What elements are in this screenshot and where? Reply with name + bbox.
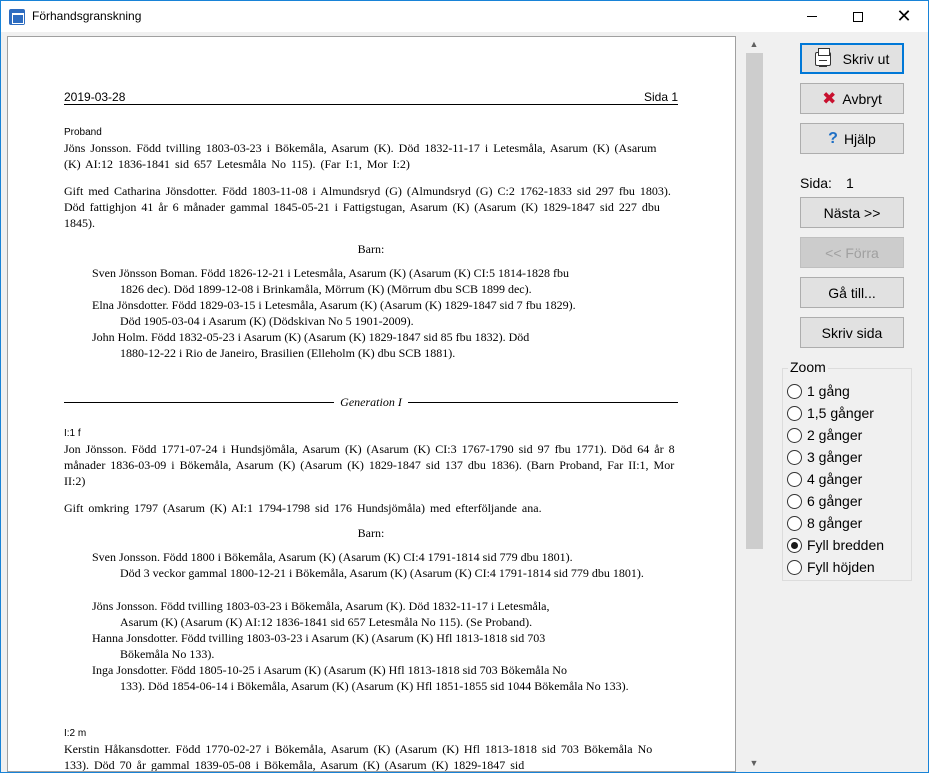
goto-page-button[interactable]: Gå till...: [800, 277, 904, 308]
print-button[interactable]: Skriv ut: [800, 43, 904, 74]
previous-page-button[interactable]: << Förra: [800, 237, 904, 268]
minimize-icon: [807, 16, 817, 17]
window-title: Förhandsgranskning: [32, 9, 142, 23]
child-entry: Jöns Jonsson. Född tvilling 1803-03-23 i…: [64, 598, 678, 630]
page-header: 2019-03-28 Sida 1: [64, 89, 678, 105]
prev-button-label: << Förra: [825, 244, 879, 261]
zoom-option-6x[interactable]: 6 gånger: [787, 491, 862, 511]
child-line-cont: Död 1905-03-04 i Asarum (K) (Dödskivan N…: [120, 314, 414, 328]
zoom-option-1x[interactable]: 1 gång: [787, 381, 850, 401]
zoom-option-4x[interactable]: 4 gånger: [787, 469, 862, 489]
child-line: Hanna Jonsdotter. Född tvilling 1803-03-…: [92, 631, 546, 645]
person-label: I:2 m: [64, 728, 87, 739]
help-button[interactable]: ? Hjälp: [800, 123, 904, 154]
person-marriage-text: Gift omkring 1797 (Asarum (K) AI:1 1794-…: [64, 501, 542, 515]
zoom-option-label: 2 gånger: [807, 427, 863, 443]
child-line: John Holm. Född 1832-05-23 i Asarum (K) …: [92, 330, 530, 344]
scroll-thumb[interactable]: [746, 53, 763, 549]
radio-icon[interactable]: [787, 515, 802, 531]
page-number: Sida 1: [643, 90, 678, 104]
zoom-option-8x[interactable]: 8 gånger: [787, 513, 862, 533]
child-entry: Inga Jonsdotter. Född 1805-10-25 i Asaru…: [64, 662, 678, 694]
zoom-option-fit-width[interactable]: Fyll bredden: [787, 535, 884, 555]
radio-icon[interactable]: [787, 471, 802, 487]
print-button-label: Skriv ut: [842, 50, 890, 67]
zoom-option-2x[interactable]: 2 gånger: [787, 425, 862, 445]
child-line-cont: Bökemåla No 133).: [120, 647, 215, 661]
person-text: Jon Jönsson. Född 1771-07-24 i Hundsjömå…: [64, 442, 675, 488]
next-page-button[interactable]: Nästa >>: [800, 197, 904, 228]
print-page-button-label: Skriv sida: [821, 324, 883, 341]
generation-label: Generation I: [334, 395, 408, 409]
goto-button-label: Gå till...: [828, 284, 876, 301]
cancel-button-label: Avbryt: [842, 90, 882, 107]
radio-icon[interactable]: [787, 449, 802, 465]
page-value: 1: [846, 175, 854, 191]
help-button-label: Hjälp: [843, 130, 876, 147]
radio-icon[interactable]: [787, 383, 802, 399]
zoom-option-label: Fyll bredden: [807, 537, 885, 553]
child-line-cont: 133). Död 1854-06-14 i Bökemåla, Asarum …: [120, 679, 629, 693]
app-icon: [9, 9, 25, 25]
zoom-option-label: 1 gång: [807, 383, 850, 399]
zoom-option-3x[interactable]: 3 gånger: [787, 447, 862, 467]
scroll-down-icon[interactable]: ▼: [744, 755, 764, 772]
maximize-icon: [853, 11, 863, 22]
proband-label: Proband: [64, 127, 102, 138]
generation-divider: Generation I: [64, 394, 678, 410]
zoom-option-fit-height[interactable]: Fyll höjden: [787, 557, 875, 577]
proband-marriage-text: Gift med Catharina Jönsdotter. Född 1803…: [64, 184, 671, 230]
child-line: Sven Jonsson. Född 1800 i Bökemåla, Asar…: [92, 550, 573, 564]
preview-window: Förhandsgranskning ✕ 2019-03-28 Sida 1 P…: [0, 0, 929, 773]
radio-checked-icon[interactable]: [787, 537, 802, 553]
proband-text: Jöns Jonsson. Född tvilling 1803-03-23 i…: [64, 141, 657, 171]
close-icon: ✕: [896, 5, 912, 27]
child-line: Elna Jönsdotter. Född 1829-03-15 i Letes…: [92, 298, 576, 312]
page-date: 2019-03-28: [64, 90, 126, 104]
child-line: Sven Jönsson Boman. Född 1826-12-21 i Le…: [92, 266, 569, 280]
zoom-option-label: Fyll höjden: [807, 559, 875, 575]
printer-icon: [814, 47, 831, 67]
child-entry: Hanna Jonsdotter. Född tvilling 1803-03-…: [64, 630, 678, 662]
zoom-option-label: 3 gånger: [807, 449, 863, 465]
zoom-option-label: 6 gånger: [807, 493, 863, 509]
page-label: Sida:: [800, 175, 832, 191]
radio-icon[interactable]: [787, 559, 802, 575]
next-button-label: Nästa >>: [823, 204, 881, 221]
zoom-legend: Zoom: [788, 359, 828, 375]
scroll-up-icon[interactable]: ▲: [744, 36, 764, 53]
person-text: Kerstin Håkansdotter. Född 1770-02-27 i …: [64, 742, 653, 772]
help-icon: ?: [828, 129, 838, 147]
children-heading: Barn:: [357, 242, 385, 256]
child-line-cont: 1826 dec). Död 1899-12-08 i Brinkamåla, …: [120, 282, 532, 296]
minimize-button[interactable]: [789, 1, 835, 32]
vertical-scrollbar[interactable]: ▲ ▼: [744, 36, 764, 772]
person-label: I:1 f: [64, 428, 81, 439]
radio-icon[interactable]: [787, 427, 802, 443]
zoom-option-1-5x[interactable]: 1,5 gånger: [787, 403, 874, 423]
cancel-button[interactable]: ✖ Avbryt: [800, 83, 904, 114]
close-button[interactable]: ✕: [881, 1, 927, 32]
radio-icon[interactable]: [787, 405, 802, 421]
child-entry: Elna Jönsdotter. Född 1829-03-15 i Letes…: [64, 297, 678, 329]
child-line-cont: 1880-12-22 i Rio de Janeiro, Brasilien (…: [120, 346, 456, 360]
child-line: Inga Jonsdotter. Född 1805-10-25 i Asaru…: [92, 663, 567, 677]
child-line-cont: Död 3 veckor gammal 1800-12-21 i Bökemål…: [120, 566, 644, 580]
radio-icon[interactable]: [787, 493, 802, 509]
zoom-option-label: 8 gånger: [807, 515, 863, 531]
child-entry: Sven Jönsson Boman. Född 1826-12-21 i Le…: [64, 265, 678, 297]
print-page-button[interactable]: Skriv sida: [800, 317, 904, 348]
maximize-button[interactable]: [835, 1, 881, 32]
child-line-cont: Asarum (K) (Asarum (K) AI:12 1836-1841 s…: [120, 615, 533, 629]
zoom-option-label: 1,5 gånger: [807, 405, 874, 421]
child-entry: John Holm. Född 1832-05-23 i Asarum (K) …: [64, 329, 678, 361]
print-preview-pane[interactable]: 2019-03-28 Sida 1 Proband Jöns Jonsson. …: [7, 36, 736, 772]
close-x-icon: ✖: [822, 88, 837, 108]
children-heading: Barn:: [357, 526, 385, 540]
title-bar: Förhandsgranskning ✕: [1, 1, 928, 32]
child-entry: Sven Jonsson. Född 1800 i Bökemåla, Asar…: [64, 549, 678, 581]
child-line: Jöns Jonsson. Född tvilling 1803-03-23 i…: [92, 599, 550, 613]
zoom-option-label: 4 gånger: [807, 471, 863, 487]
